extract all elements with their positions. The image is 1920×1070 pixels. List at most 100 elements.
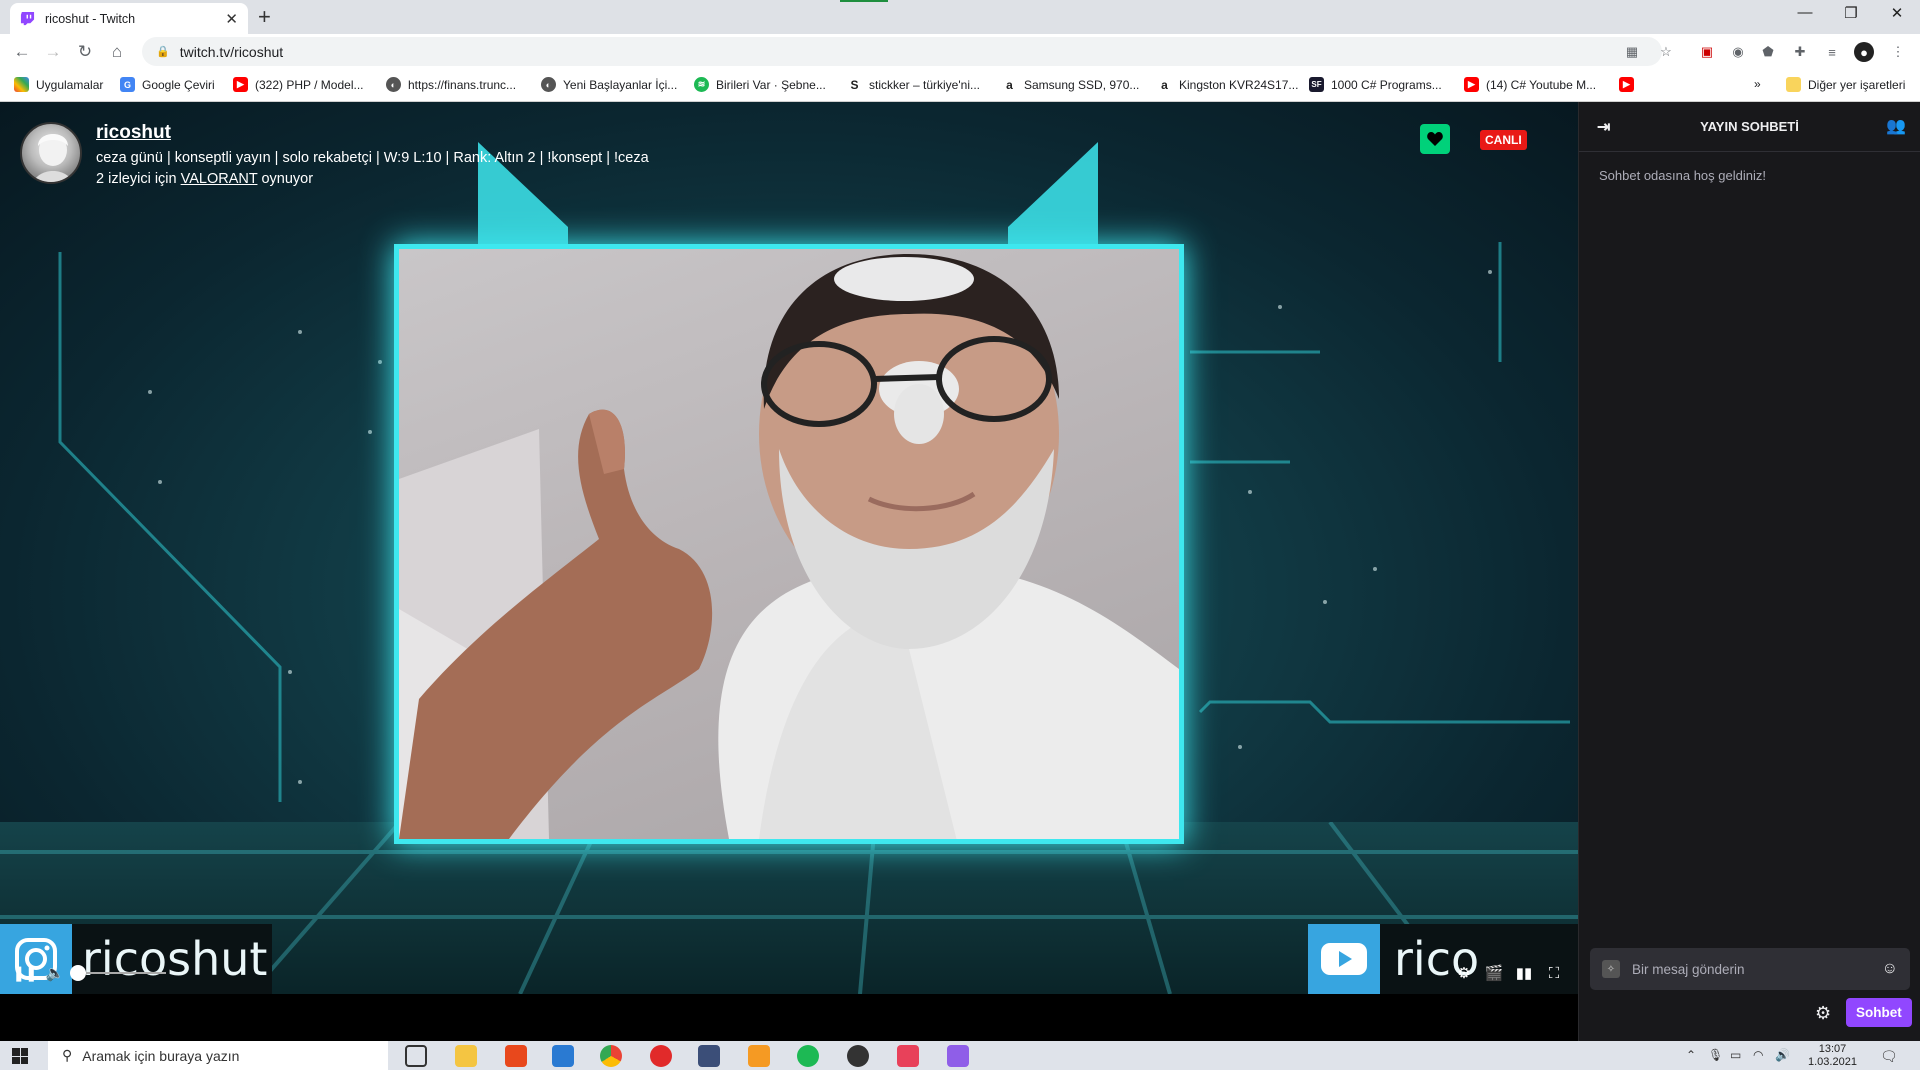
bookmark-item[interactable]: SF 1000 C# Programs... bbox=[1309, 77, 1442, 92]
chat-settings-gear-icon[interactable]: ⚙ bbox=[1815, 1003, 1831, 1024]
volume-knob[interactable] bbox=[70, 965, 86, 981]
browser-tab[interactable]: ricoshut - Twitch ✕ bbox=[10, 3, 248, 34]
close-tab-icon[interactable]: ✕ bbox=[225, 10, 238, 28]
speaker-icon[interactable]: 🔊 bbox=[1775, 1048, 1790, 1062]
puzzle-icon[interactable]: ✚ bbox=[1790, 42, 1810, 62]
other-bookmarks-folder[interactable]: Diğer yer işaretleri bbox=[1786, 77, 1905, 92]
battery-icon[interactable]: ▭ bbox=[1730, 1048, 1741, 1062]
sublime-icon[interactable] bbox=[748, 1045, 770, 1067]
new-tab-button[interactable]: + bbox=[258, 4, 271, 30]
qr-code-icon[interactable]: ▦ bbox=[1622, 42, 1642, 62]
office-icon[interactable] bbox=[505, 1045, 527, 1067]
tray-expand-icon[interactable]: ⌃ bbox=[1686, 1048, 1696, 1062]
shield-icon[interactable]: ⬟ bbox=[1758, 42, 1778, 62]
extension-icon[interactable]: ▣ bbox=[1697, 42, 1717, 62]
stream-info: ricoshut ceza günü | konseptli yayın | s… bbox=[20, 122, 649, 187]
bookmark-item[interactable]: ≋ Birileri Var · Şebne... bbox=[694, 77, 826, 92]
tab-strip: ricoshut - Twitch ✕ + — ❐ ✕ bbox=[0, 0, 1920, 34]
stickker-icon: S bbox=[847, 77, 862, 92]
browser-toolbar: ← → ↻ ⌂ 🔒 twitch.tv/ricoshut ▦ ☆ ▣ ◉ ⬟ ✚… bbox=[0, 34, 1920, 69]
file-explorer-icon[interactable] bbox=[455, 1045, 477, 1067]
globe-icon: ◐ bbox=[541, 77, 556, 92]
globe-icon: ◐ bbox=[386, 77, 401, 92]
youtube-icon: ▶ bbox=[1464, 77, 1479, 92]
wifi-icon[interactable]: ◠ bbox=[1753, 1048, 1763, 1062]
chat-panel: ⇥ YAYIN SOHBETİ 👥 Sohbet odasına hoş gel… bbox=[1578, 102, 1920, 1041]
theatre-mode-icon[interactable]: ▮▮ bbox=[1513, 962, 1535, 984]
chrome-icon[interactable] bbox=[600, 1045, 622, 1067]
chat-title: YAYIN SOHBETİ bbox=[1700, 119, 1799, 134]
bookmark-item[interactable]: ◐ Yeni Başlayanlar İçi... bbox=[541, 77, 677, 92]
forward-button[interactable]: → bbox=[41, 40, 65, 64]
media-player-icon[interactable] bbox=[650, 1045, 672, 1067]
heart-icon bbox=[1427, 132, 1443, 146]
chat-send-button[interactable]: Sohbet bbox=[1846, 998, 1912, 1027]
community-users-icon[interactable]: 👥 bbox=[1886, 116, 1906, 136]
emote-picker-icon[interactable]: ☺ bbox=[1882, 960, 1898, 978]
minimize-button[interactable]: — bbox=[1782, 4, 1828, 21]
notifications-icon[interactable]: 🗨 bbox=[1880, 1048, 1898, 1065]
bookmark-item[interactable]: ▶ bbox=[1619, 77, 1641, 92]
chat-welcome-message: Sohbet odasına hoş geldiniz! bbox=[1599, 168, 1766, 183]
pause-icon[interactable]: ❚❚ bbox=[12, 962, 37, 984]
settings-gear-icon[interactable]: ⚙ bbox=[1453, 962, 1475, 984]
task-view-icon[interactable] bbox=[405, 1045, 427, 1067]
windows-taskbar: ⚲ Aramak için buraya yazın ⌃ 🎙 ▭ ◠ 🔊 13:… bbox=[0, 1041, 1920, 1070]
clock-date: 1.03.2021 bbox=[1808, 1056, 1857, 1068]
clip-icon[interactable]: 🎬 bbox=[1483, 962, 1505, 984]
fullscreen-icon[interactable]: ⛶ bbox=[1543, 962, 1565, 984]
address-bar[interactable]: 🔒 twitch.tv/ricoshut bbox=[142, 37, 1662, 66]
follow-heart-button[interactable] bbox=[1420, 124, 1450, 154]
google-translate-icon: G bbox=[120, 77, 135, 92]
collapse-chat-icon[interactable]: ⇥ bbox=[1597, 117, 1610, 137]
ssms-icon[interactable] bbox=[698, 1045, 720, 1067]
webcam-feed bbox=[399, 249, 1179, 839]
chat-message-input[interactable]: ✧ Bir mesaj gönderin ☺ bbox=[1590, 948, 1910, 990]
taskbar-search-box[interactable]: ⚲ Aramak için buraya yazın bbox=[48, 1041, 388, 1070]
microphone-icon[interactable]: 🎙 bbox=[1708, 1048, 1723, 1062]
video-player[interactable]: ricoshut ceza günü | konseptli yayın | s… bbox=[0, 102, 1578, 994]
folder-icon bbox=[1786, 77, 1801, 92]
bookmark-star-icon[interactable]: ☆ bbox=[1656, 42, 1676, 62]
search-icon: ⚲ bbox=[62, 1047, 73, 1063]
chat-input-placeholder: Bir mesaj gönderin bbox=[1632, 961, 1745, 977]
pocket-icon[interactable] bbox=[897, 1045, 919, 1067]
amazon-icon: a bbox=[1002, 77, 1017, 92]
bookmark-item[interactable]: ▶ (322) PHP / Model... bbox=[233, 77, 364, 92]
bookmark-item[interactable]: ▶ (14) C# Youtube M... bbox=[1464, 77, 1596, 92]
apps-grid-icon bbox=[14, 77, 29, 92]
system-clock[interactable]: 13:07 1.03.2021 bbox=[1808, 1043, 1857, 1069]
live-badge: CANLI bbox=[1480, 130, 1527, 150]
stream-title: ceza günü | konseptli yayın | solo rekab… bbox=[96, 150, 649, 166]
reload-button[interactable]: ↻ bbox=[73, 40, 97, 64]
home-button[interactable]: ⌂ bbox=[105, 40, 129, 64]
channel-name-link[interactable]: ricoshut bbox=[96, 122, 649, 144]
channel-points-icon[interactable]: ✧ bbox=[1602, 960, 1620, 978]
bookmark-item[interactable]: Sstickker – türkiye'ni... bbox=[847, 77, 980, 92]
close-window-button[interactable]: ✕ bbox=[1874, 4, 1920, 22]
game-link[interactable]: VALORANT bbox=[181, 171, 258, 187]
restore-button[interactable]: ❐ bbox=[1828, 4, 1874, 22]
channel-avatar[interactable] bbox=[20, 122, 82, 184]
back-button[interactable]: ← bbox=[10, 40, 34, 64]
vscode-icon[interactable] bbox=[552, 1045, 574, 1067]
extension-icon[interactable]: ◉ bbox=[1728, 42, 1748, 62]
profile-avatar[interactable]: ● bbox=[1854, 42, 1874, 62]
bookmark-item[interactable]: ◐ https://finans.trunc... bbox=[386, 77, 516, 92]
bookmark-item[interactable]: a Kingston KVR24S17... bbox=[1157, 77, 1298, 92]
media-control-icon[interactable]: ≡ bbox=[1822, 42, 1842, 62]
mute-icon[interactable]: 🔈 bbox=[44, 962, 66, 984]
bookmark-item[interactable]: a Samsung SSD, 970... bbox=[1002, 77, 1139, 92]
chat-header: ⇥ YAYIN SOHBETİ 👥 bbox=[1579, 102, 1920, 152]
youtube-icon: ▶ bbox=[1619, 77, 1634, 92]
windows-start-icon[interactable] bbox=[12, 1048, 28, 1064]
volume-slider[interactable] bbox=[76, 972, 166, 974]
bookmark-item[interactable]: G Google Çeviri bbox=[120, 77, 215, 92]
discord-icon[interactable] bbox=[947, 1045, 969, 1067]
more-bookmarks-button[interactable]: » bbox=[1754, 77, 1761, 91]
obs-icon[interactable] bbox=[847, 1045, 869, 1067]
bookmark-item[interactable]: Uygulamalar bbox=[14, 77, 103, 92]
menu-icon[interactable]: ⋮ bbox=[1888, 42, 1908, 62]
spotify-icon[interactable] bbox=[797, 1045, 819, 1067]
player-controls: ❚❚ 🔈 ⚙ 🎬 ▮▮ ⛶ bbox=[0, 952, 1578, 994]
